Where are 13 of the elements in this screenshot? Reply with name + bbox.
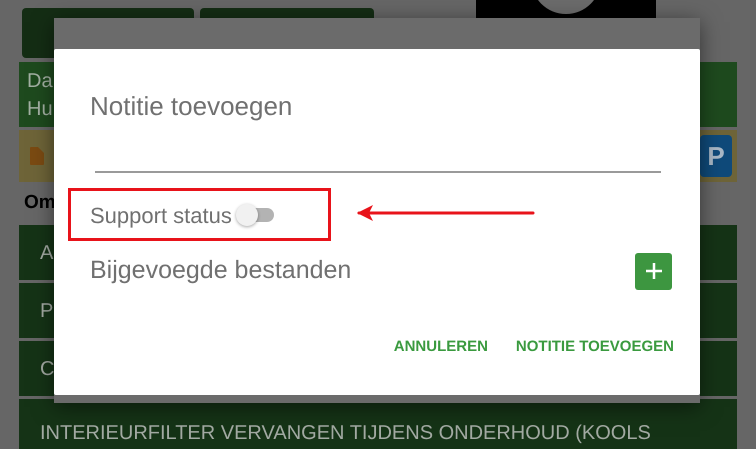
attachments-label: Bijgevoegde bestanden bbox=[90, 255, 352, 286]
toggle-label: Support status bbox=[90, 202, 232, 230]
list-item[interactable]: INTERIEURFILTER VERVANGEN TIJDENS ONDERHOUD (KOOLS bbox=[19, 399, 737, 449]
dialog-action-button[interactable]: ANNULEREN bbox=[394, 336, 488, 358]
info-text: Da bbox=[27, 68, 53, 94]
document-icon bbox=[30, 147, 44, 165]
dialog-title: Notitie toevoegen bbox=[90, 90, 294, 123]
section-title: Om bbox=[24, 191, 56, 216]
parking-badge: P bbox=[700, 135, 732, 177]
dialog-action-button[interactable]: NOTITIE TOEVOEGEN bbox=[516, 336, 674, 358]
add-attachment-button[interactable] bbox=[635, 252, 672, 290]
info-text: Hu bbox=[27, 96, 53, 122]
plus-icon bbox=[644, 262, 662, 280]
